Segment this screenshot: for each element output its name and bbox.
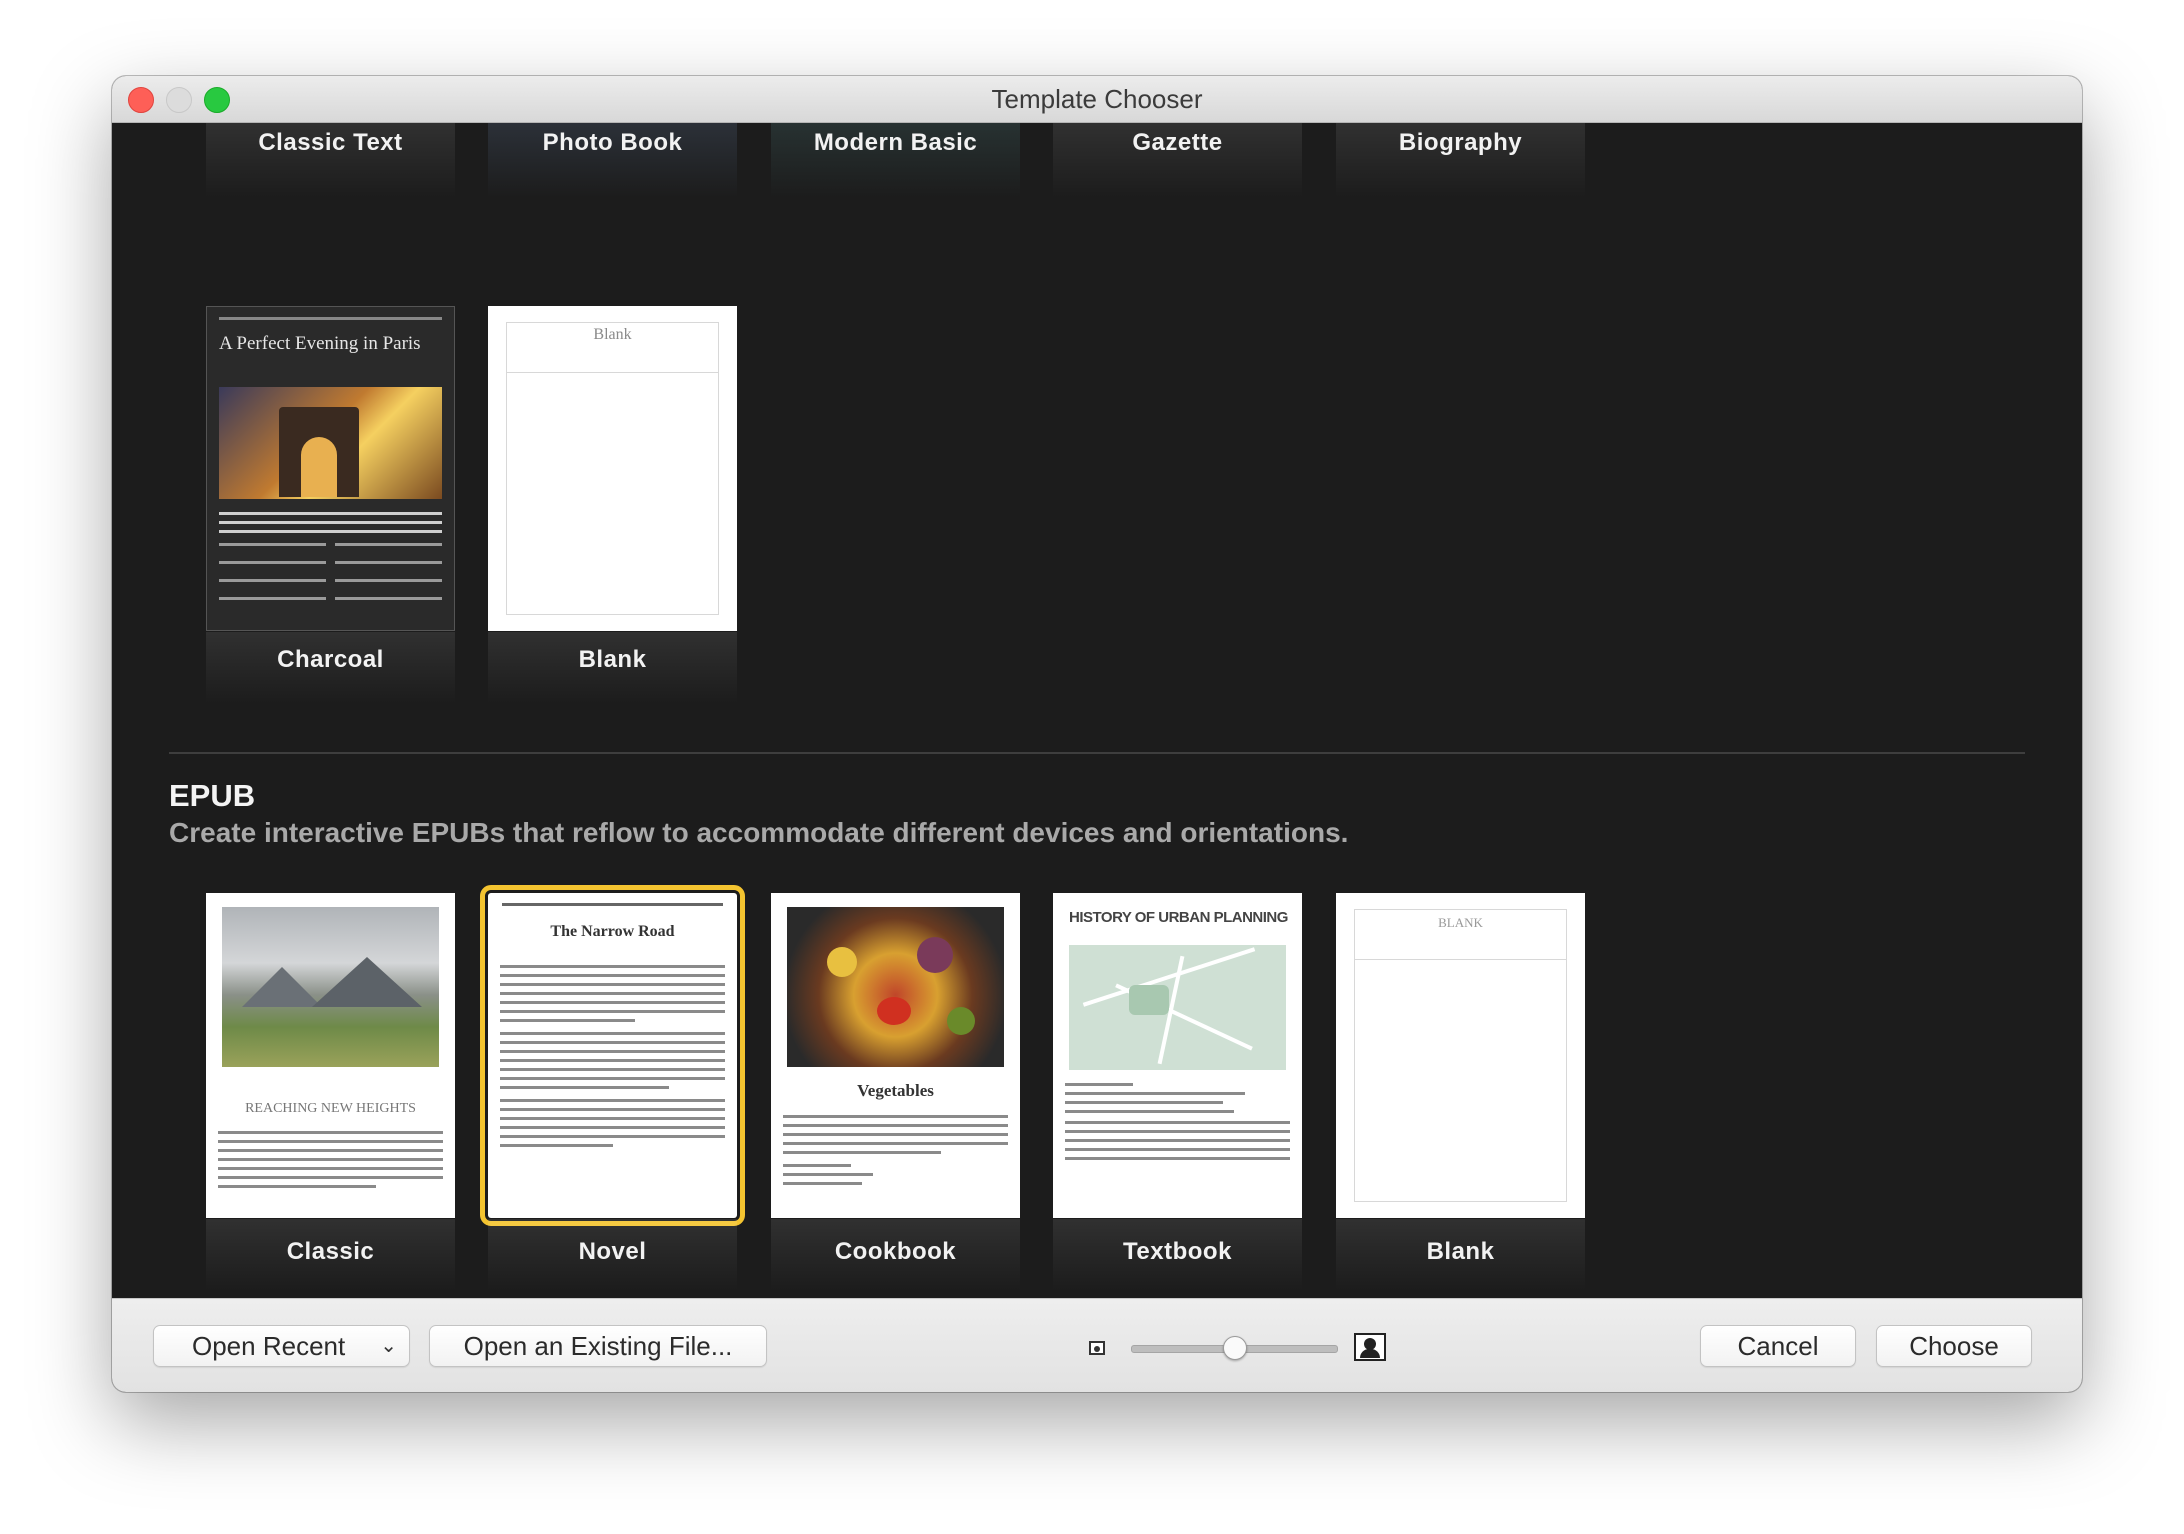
open-existing-file-button[interactable]: Open an Existing File...: [429, 1325, 767, 1367]
blank-divider: [506, 372, 719, 373]
preview-title: REACHING NEW HEIGHTS: [245, 1101, 416, 1116]
template-charcoal[interactable]: A Perfect Evening in Paris Charcoal: [206, 306, 455, 726]
template-label: Blank: [1426, 1238, 1495, 1265]
preview-title: BLANK: [1438, 915, 1483, 930]
footer-toolbar: Open Recent ⌄ Open an Existing File... C…: [112, 1298, 2082, 1392]
template-label: Photo Book: [542, 129, 683, 156]
template-blank[interactable]: Blank Blank: [488, 306, 737, 726]
template-epub-blank[interactable]: BLANK Blank: [1336, 893, 1585, 1298]
template-label: Classic: [286, 1238, 375, 1265]
preview-title: Blank: [593, 326, 632, 343]
open-recent-label: Open Recent: [192, 1331, 346, 1361]
template-label: Novel: [578, 1238, 647, 1265]
blank-frame: [506, 322, 719, 615]
template-thumbnail: HISTORY OF URBAN PLANNING: [1053, 893, 1302, 1218]
template-modern-basic[interactable]: Modern Basic: [771, 123, 1020, 213]
preview-body-text: [218, 1131, 443, 1194]
vegetables-photo: [787, 907, 1004, 1067]
template-epub-cookbook[interactable]: Vegetables Cookbook: [771, 893, 1020, 1298]
template-gallery: Classic Text Photo Book Modern Basic Gaz…: [112, 123, 2082, 1298]
template-label: Charcoal: [277, 646, 384, 673]
template-chooser-window: Template Chooser Classic Text Photo Book…: [112, 76, 2082, 1392]
template-epub-textbook[interactable]: HISTORY OF URBAN PLANNING Textbook: [1053, 893, 1302, 1298]
template-label: Modern Basic: [813, 129, 978, 156]
preview-title: The Narrow Road: [550, 923, 675, 940]
template-biography[interactable]: Biography: [1336, 123, 1585, 213]
section-title: EPUB: [169, 778, 256, 813]
template-thumbnail: The Narrow Road: [480, 885, 745, 1226]
preview-title: A Perfect Evening in Paris: [219, 333, 421, 354]
template-thumbnail: REACHING NEW HEIGHTS: [206, 893, 455, 1218]
large-thumbnail-icon[interactable]: [1354, 1333, 1386, 1361]
blank-divider: [1354, 959, 1567, 960]
chevron-down-icon: ⌄: [380, 1335, 397, 1357]
template-epub-novel[interactable]: The Narrow Road Novel: [480, 885, 745, 1298]
template-thumbnail: BLANK: [1336, 893, 1585, 1218]
cancel-button[interactable]: Cancel: [1700, 1325, 1856, 1367]
choose-button[interactable]: Choose: [1876, 1325, 2032, 1367]
paris-photo: [219, 387, 442, 499]
preview-body-text: [1065, 1083, 1290, 1166]
mountain-photo: [222, 907, 439, 1067]
preview-body-text: [219, 512, 442, 611]
template-photo-book[interactable]: Photo Book: [488, 123, 737, 213]
template-label: Textbook: [1123, 1238, 1232, 1265]
template-classic-text[interactable]: Classic Text: [206, 123, 455, 213]
section-subtitle: Create interactive EPUBs that reflow to …: [169, 817, 1349, 848]
template-gazette[interactable]: Gazette: [1053, 123, 1302, 213]
title-bar: Template Chooser: [112, 76, 2082, 123]
preview-body-text: [500, 965, 725, 1153]
blank-frame: [1354, 909, 1567, 1202]
template-epub-classic[interactable]: REACHING NEW HEIGHTS Classic: [206, 893, 455, 1298]
window-title: Template Chooser: [991, 84, 1203, 114]
preview-body-text: [783, 1115, 1008, 1191]
template-label: Classic Text: [258, 129, 403, 156]
small-thumbnail-icon[interactable]: [1089, 1341, 1105, 1355]
thumbnail-size-slider-knob[interactable]: [1223, 1336, 1247, 1360]
template-thumbnail: Blank: [488, 306, 737, 631]
template-label: Blank: [578, 646, 647, 673]
section-divider: [169, 752, 2025, 754]
open-recent-button[interactable]: Open Recent ⌄: [153, 1325, 410, 1367]
template-label: Biography: [1398, 129, 1523, 156]
map-graphic: [1069, 945, 1286, 1070]
preview-title: HISTORY OF URBAN PLANNING: [1069, 909, 1288, 926]
template-thumbnail: Vegetables: [771, 893, 1020, 1218]
template-label: Gazette: [1132, 129, 1223, 156]
template-label: Cookbook: [834, 1238, 957, 1265]
preview-title: Vegetables: [857, 1081, 934, 1100]
template-thumbnail: A Perfect Evening in Paris: [206, 306, 455, 631]
